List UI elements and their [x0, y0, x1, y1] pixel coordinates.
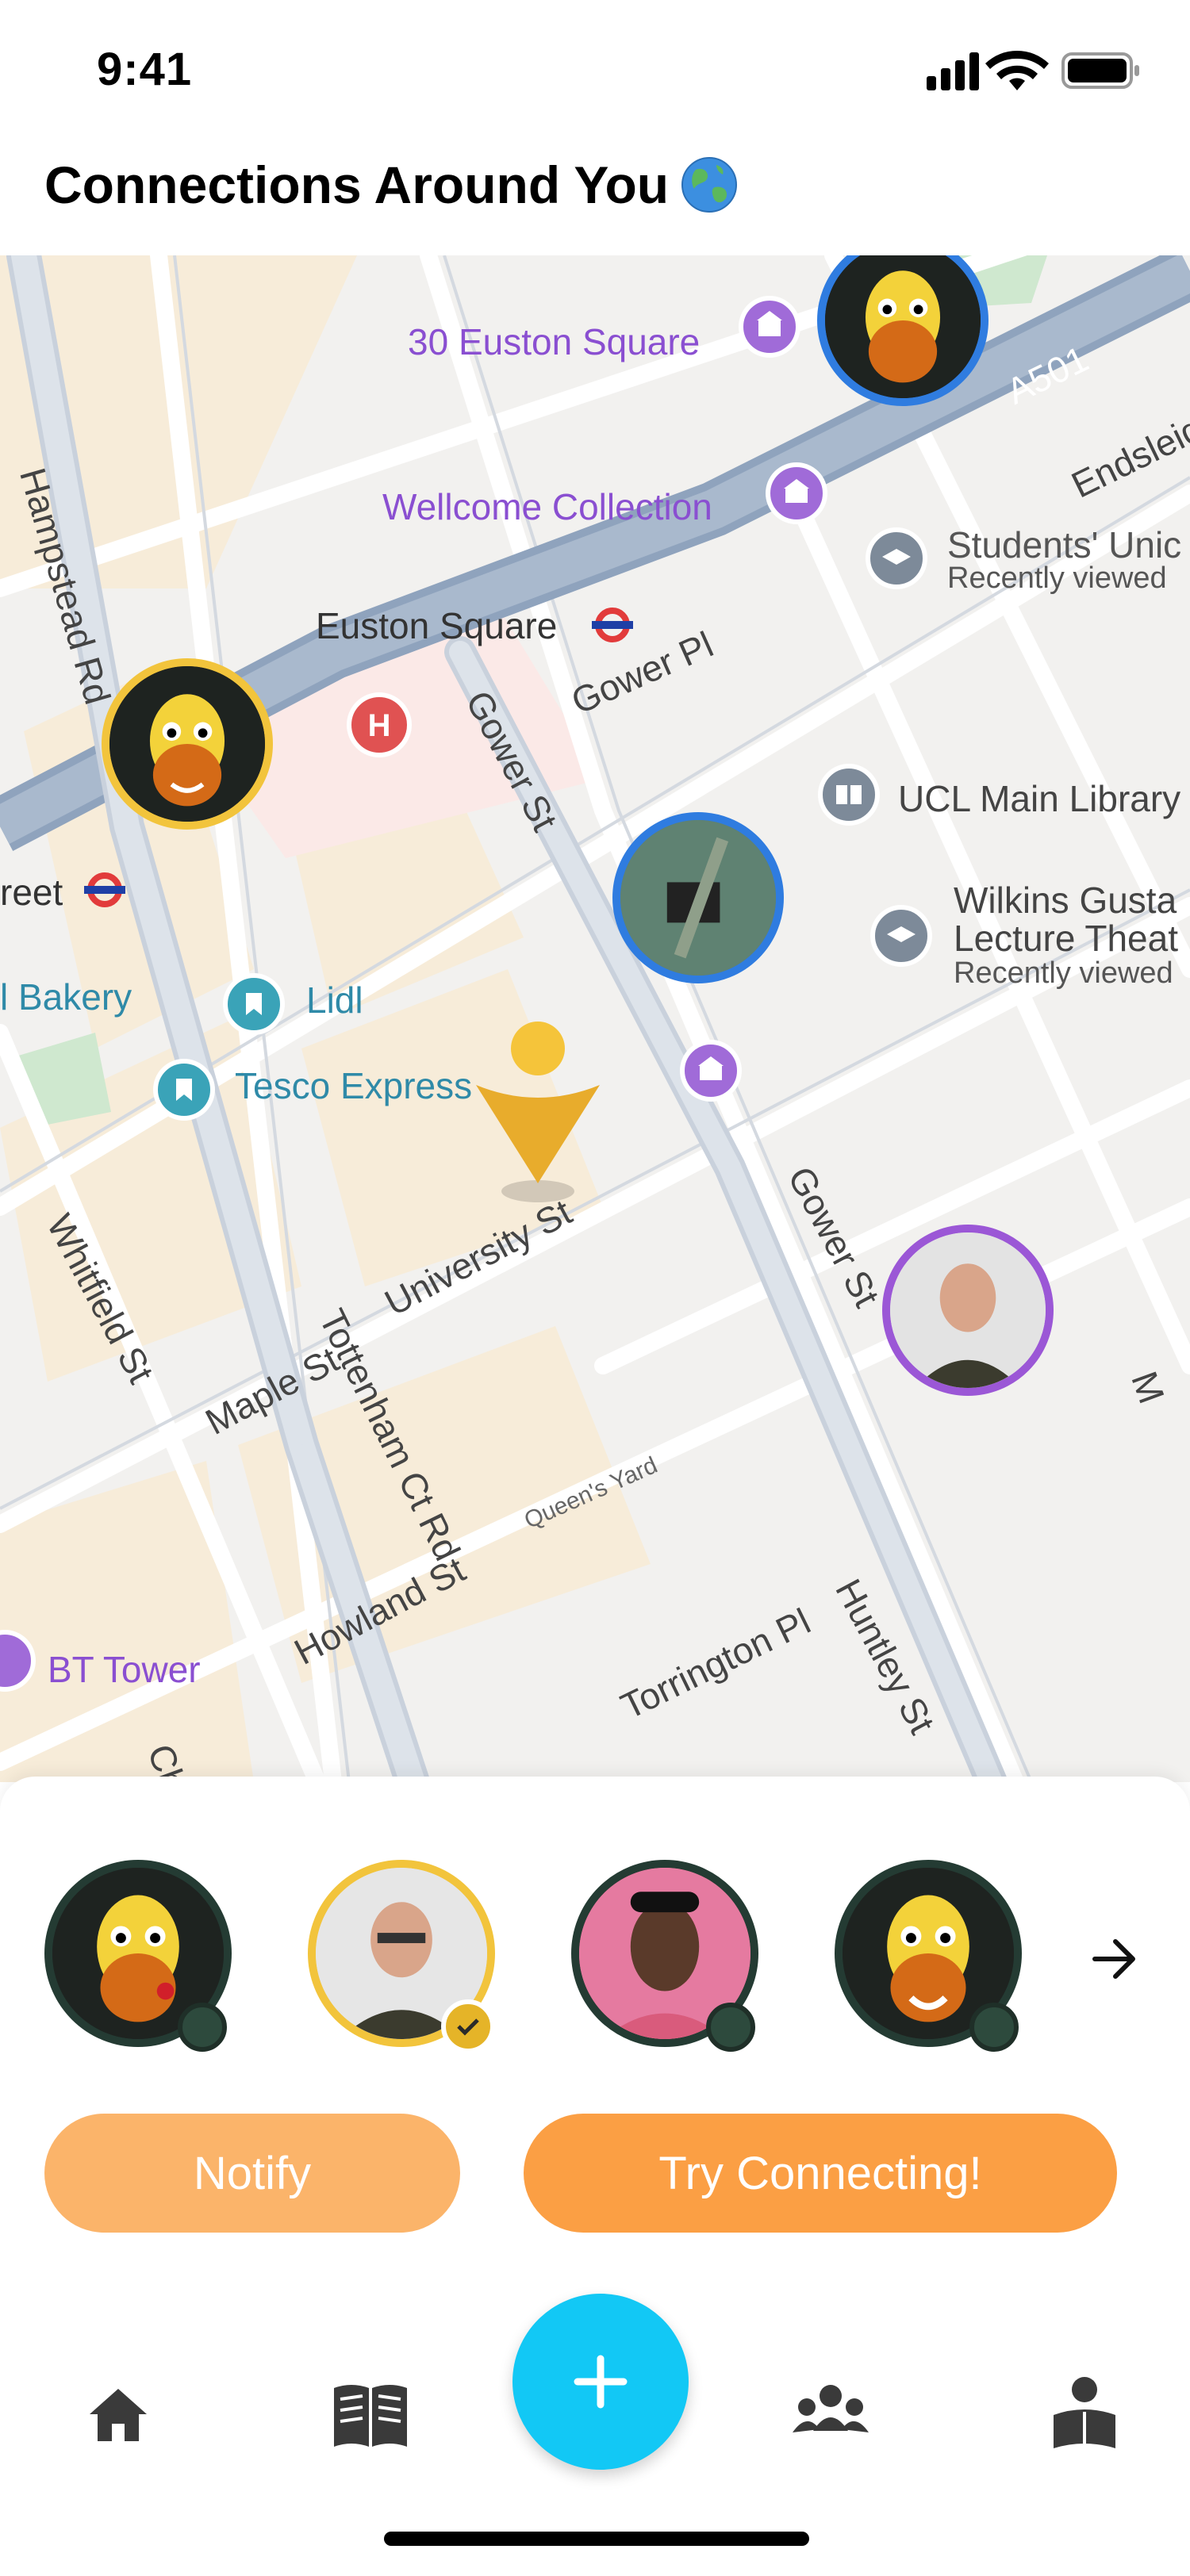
map-label-wilkins-1[interactable]: Wilkins Gusta: [954, 879, 1177, 922]
map-label-ucl-main-library[interactable]: UCL Main Library: [898, 777, 1180, 820]
page-title-text: Connections Around You: [44, 155, 670, 214]
map-label-wilkins-sub: Recently viewed: [954, 956, 1173, 990]
add-button[interactable]: [512, 2294, 689, 2470]
map-label-lidl[interactable]: Lidl: [306, 979, 363, 1022]
map-avatar-older-man[interactable]: [882, 1225, 1054, 1396]
try-connecting-button[interactable]: Try Connecting!: [524, 2114, 1117, 2233]
map-label-euston-square[interactable]: Euston Square: [316, 604, 557, 647]
person-photo-icon: [890, 1232, 1046, 1388]
map-label-students-union[interactable]: Students' Unic: [947, 523, 1181, 566]
photo-icon: [620, 820, 776, 976]
book-icon: [334, 2385, 407, 2447]
cellular-signal-icon: [927, 52, 979, 90]
map-label-bakery[interactable]: l Bakery: [0, 976, 132, 1018]
offline-status-indicator: [178, 2003, 227, 2052]
status-time: 9:41: [97, 44, 193, 95]
status-icons: [927, 48, 1141, 99]
map-label-street-fragment: reet: [0, 872, 63, 913]
map-label-wellcome-collection[interactable]: Wellcome Collection: [382, 485, 712, 528]
map-label-tesco-express[interactable]: Tesco Express: [235, 1064, 472, 1107]
status-bar: 9:41: [0, 0, 1190, 143]
map-label-30-euston-square[interactable]: 30 Euston Square: [408, 320, 700, 363]
battery-icon: [1061, 52, 1139, 89]
map-avatar-photo-cat[interactable]: [612, 812, 784, 983]
nav-library[interactable]: [327, 2371, 414, 2459]
giraffe-icon: [109, 666, 265, 822]
offline-status-indicator: [969, 2003, 1019, 2052]
globe-icon: [681, 157, 738, 213]
reader-icon: [1054, 2377, 1115, 2448]
map-label-wilkins-2: Lecture Theat: [954, 918, 1179, 959]
arrow-right-icon[interactable]: [1087, 1931, 1142, 1987]
connections-row: [44, 1860, 1155, 2058]
map-label-students-union-sub: Recently viewed: [947, 562, 1167, 595]
nav-home[interactable]: [75, 2371, 162, 2459]
plus-icon: [574, 2355, 628, 2409]
nav-groups[interactable]: [787, 2371, 874, 2459]
group-icon: [793, 2385, 869, 2432]
offline-status-indicator: [706, 2003, 755, 2052]
page-title: Connections Around You: [44, 155, 739, 215]
map-label-bt-tower[interactable]: BT Tower: [48, 1648, 201, 1691]
wifi-icon: [985, 51, 1049, 90]
home-indicator: [384, 2532, 809, 2546]
map-avatar-giraffe-left[interactable]: [102, 658, 273, 830]
home-icon: [90, 2389, 147, 2441]
notify-button[interactable]: Notify: [44, 2114, 460, 2233]
selected-check-icon: [441, 1999, 495, 2053]
giraffe-icon: [825, 255, 981, 398]
nav-reader[interactable]: [1041, 2371, 1128, 2459]
map-view[interactable]: 30 Euston Square Wellcome Collection Stu…: [0, 255, 1190, 1782]
map-avatar-giraffe-top[interactable]: [817, 255, 988, 406]
